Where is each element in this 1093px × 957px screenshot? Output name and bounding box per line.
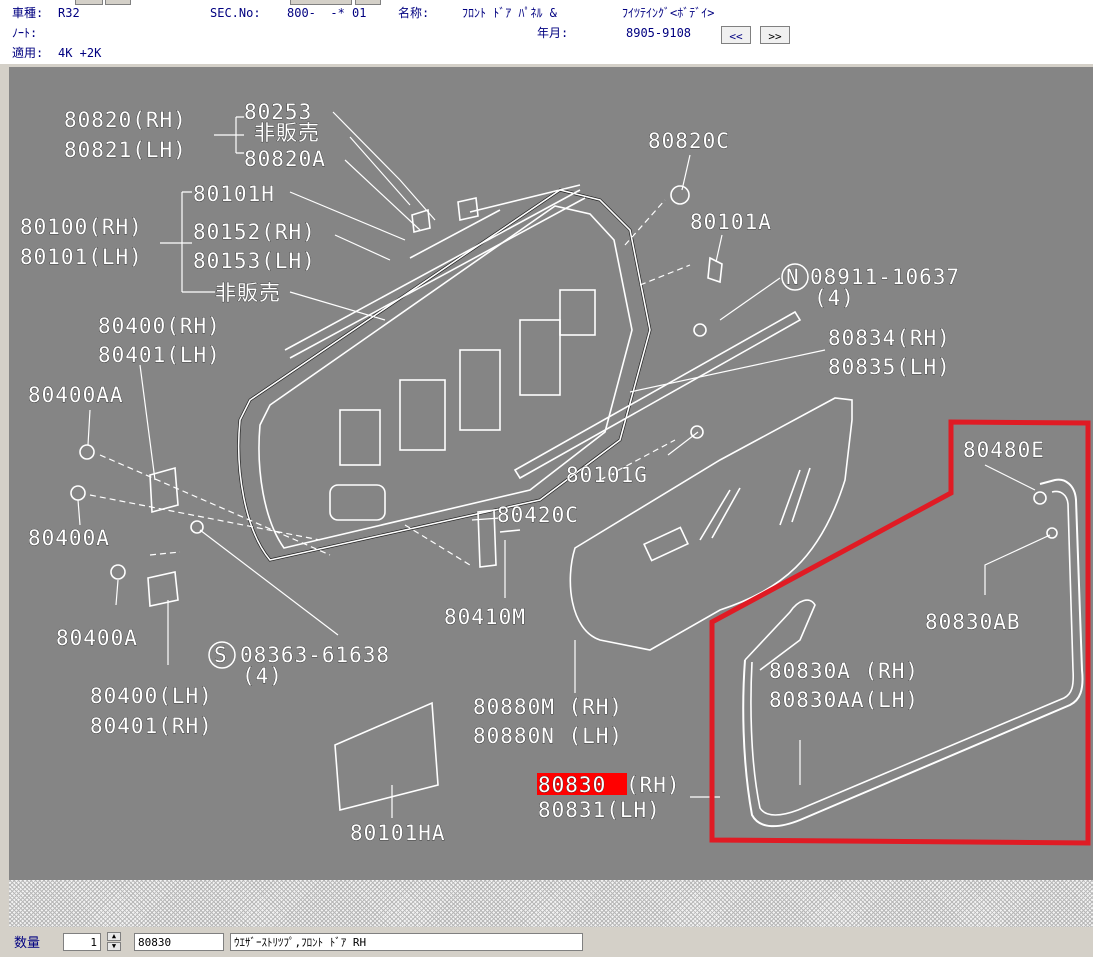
parts-diagram[interactable]: 80820(RH) 80821(LH) 80253 非販売 80820A 808… — [9, 67, 1093, 880]
toolbar-stub-1[interactable] — [75, 0, 103, 5]
label-80101-lh[interactable]: 80101(LH) — [20, 245, 143, 270]
label-80420c[interactable]: 80420C — [497, 503, 579, 528]
door-hole-1 — [339, 409, 381, 466]
label-80880m-rh[interactable]: 80880M (RH) — [473, 695, 623, 720]
circle-s-letter: S — [214, 643, 228, 667]
sealant-sheet — [334, 701, 439, 812]
apply-value: 4K +2K — [58, 46, 102, 60]
door-shell — [237, 189, 651, 561]
door-hole-3 — [459, 349, 501, 431]
label-80831-lh[interactable]: 80831(LH) — [538, 798, 661, 823]
note-label: ﾉｰﾄ: — [12, 26, 38, 40]
door-hole-6 — [329, 484, 386, 521]
part-description-field[interactable]: ｳｴｻﾞｰｽﾄﾘﾂﾌﾟ,ﾌﾛﾝﾄ ﾄﾞｱ RH — [230, 933, 583, 951]
model-label: 車種: — [12, 6, 44, 20]
door-hole-2 — [399, 379, 446, 451]
part-number-field[interactable]: 80830 — [134, 933, 224, 951]
label-qty-4b: (4) — [242, 664, 283, 688]
bolt-80400a-2 — [110, 564, 126, 580]
label-80401-rh[interactable]: 80401(RH) — [90, 714, 213, 739]
label-qty-4a: (4) — [814, 286, 855, 310]
clip-80820c — [670, 185, 690, 205]
qty-up-button[interactable]: ▲ — [107, 932, 121, 941]
glass-reflection — [699, 467, 811, 541]
hatched-strip — [9, 880, 1093, 927]
sec-label: SEC.No: — [210, 6, 261, 20]
door-shell-shadow — [237, 188, 652, 562]
label-80830-selected[interactable]: 80830 — [538, 773, 606, 798]
door-glass — [569, 397, 853, 651]
top-rail-b — [289, 197, 586, 359]
bolt-80400a-1 — [70, 485, 86, 501]
door-hole-4 — [519, 319, 561, 396]
nut-08911 — [693, 323, 707, 337]
prev-button[interactable]: << — [721, 26, 751, 44]
label-not-sold-2: 非販売 — [215, 281, 281, 305]
label-80101a[interactable]: 80101A — [690, 210, 772, 235]
toolbar-stub-4[interactable] — [355, 0, 381, 5]
weatherstrip-outer — [742, 478, 1084, 828]
part-labels: 80820(RH) 80821(LH) 80253 非販売 80820A 808… — [20, 100, 1045, 846]
year-value: 8905-9108 — [626, 26, 692, 40]
apply-label: 適用: — [12, 46, 44, 60]
header-panel: 車種: R32 SEC.No: 800- -* 01 名称: ﾌﾛﾝﾄ ﾄﾞｱ … — [0, 0, 1093, 64]
label-80153-lh[interactable]: 80153(LH) — [193, 249, 316, 274]
label-80830-rh-suffix: (RH) — [626, 773, 681, 797]
name-value: ﾌﾛﾝﾄ ﾄﾞｱ ﾊﾟﾈﾙ & — [462, 6, 557, 20]
clip-80101a — [707, 256, 723, 284]
name-label: 名称: — [398, 6, 430, 20]
label-80834-rh[interactable]: 80834(RH) — [828, 326, 951, 351]
year-label: 年月: — [537, 26, 569, 40]
clip-80480e — [1033, 491, 1047, 505]
label-80101g[interactable]: 80101G — [566, 463, 648, 488]
bolt-80400aa — [79, 444, 95, 460]
label-80830ab[interactable]: 80830AB — [925, 610, 1021, 635]
label-80820-rh[interactable]: 80820(RH) — [64, 108, 187, 133]
name-value-2: ﾌｲﾂﾃｲﾝｸﾞ<ﾎﾞﾃﾞｲ> — [622, 6, 715, 20]
label-80480e[interactable]: 80480E — [963, 438, 1045, 463]
label-80400-rh[interactable]: 80400(RH) — [98, 314, 221, 339]
label-80101h[interactable]: 80101H — [193, 182, 275, 207]
next-button[interactable]: >> — [760, 26, 790, 44]
label-80821-lh[interactable]: 80821(LH) — [64, 138, 187, 163]
sec-value: 800- -* 01 — [287, 6, 367, 20]
toolbar-stub-2[interactable] — [105, 0, 131, 5]
qty-input[interactable]: 1 — [63, 933, 101, 951]
label-80401-lh[interactable]: 80401(LH) — [98, 343, 221, 368]
qty-label: 数量 — [14, 936, 41, 951]
status-bar: 数量 1 ▲ ▼ 80830 ｳｴｻﾞｰｽﾄﾘﾂﾌﾟ,ﾌﾛﾝﾄ ﾄﾞｱ RH — [0, 927, 1093, 957]
label-80100-rh[interactable]: 80100(RH) — [20, 215, 143, 240]
glass-clip-hole — [643, 526, 689, 562]
door-hinges — [147, 466, 179, 607]
label-not-sold-1: 非販売 — [254, 121, 320, 145]
highlight-box — [709, 419, 1091, 846]
label-80101ha[interactable]: 80101HA — [350, 821, 446, 846]
diagram-svg: 80820(RH) 80821(LH) 80253 非販売 80820A 808… — [20, 100, 1091, 846]
label-80820a[interactable]: 80820A — [244, 147, 326, 172]
label-80830aa-lh[interactable]: 80830AA(LH) — [769, 688, 919, 713]
qty-down-button[interactable]: ▼ — [107, 942, 121, 951]
label-80400a-2[interactable]: 80400A — [56, 626, 138, 651]
circle-n-letter: N — [786, 265, 800, 289]
label-80820c[interactable]: 80820C — [648, 129, 730, 154]
door-hole-5 — [559, 289, 596, 336]
model-value: R32 — [58, 6, 80, 20]
toolbar-stub-3[interactable] — [290, 0, 352, 5]
label-80400-lh[interactable]: 80400(LH) — [90, 684, 213, 709]
top-rail-a — [284, 189, 581, 351]
label-80400a-1[interactable]: 80400A — [28, 526, 110, 551]
weatherstrip-inner — [750, 490, 1075, 816]
label-80830a-rh[interactable]: 80830A (RH) — [769, 659, 919, 684]
label-80835-lh[interactable]: 80835(LH) — [828, 355, 951, 380]
clip-80830ab — [1046, 527, 1058, 539]
label-80410m[interactable]: 80410M — [444, 605, 526, 630]
label-80880n-lh[interactable]: 80880N (LH) — [473, 724, 623, 749]
label-80152-rh[interactable]: 80152(RH) — [193, 220, 316, 245]
label-80400aa[interactable]: 80400AA — [28, 383, 124, 408]
